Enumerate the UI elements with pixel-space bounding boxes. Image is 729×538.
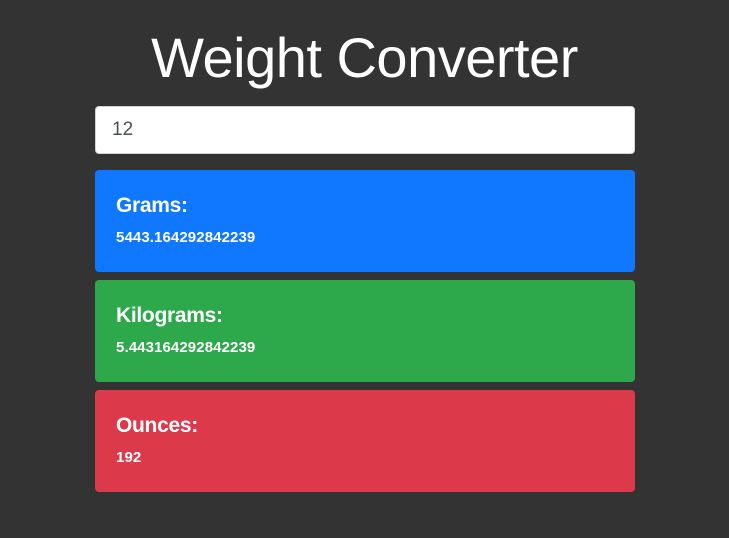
page-title: Weight Converter: [151, 26, 578, 89]
grams-card: Grams: 5443.164292842239: [95, 170, 635, 272]
kilograms-value: 5.443164292842239: [116, 339, 256, 356]
ounces-card: Ounces: 192: [95, 390, 635, 492]
ounces-value: 192: [116, 449, 142, 466]
kilograms-card: Kilograms: 5.443164292842239: [95, 280, 635, 382]
weight-input[interactable]: [95, 106, 635, 154]
weight-converter-page: Weight Converter Grams: 5443.16429284223…: [0, 0, 729, 538]
ounces-label: Ounces:: [116, 414, 198, 437]
kilograms-label: Kilograms:: [116, 304, 223, 327]
grams-label: Grams:: [116, 194, 188, 217]
grams-value: 5443.164292842239: [116, 229, 256, 246]
weight-input-wrapper: [95, 106, 635, 154]
